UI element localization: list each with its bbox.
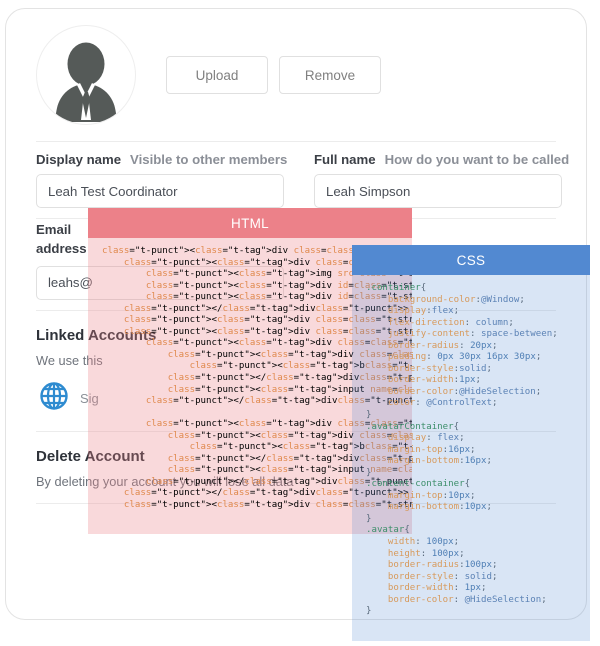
separator bbox=[36, 141, 556, 142]
css-code-body: .container{ background-color:@Window; di… bbox=[352, 275, 590, 641]
html-panel-title: HTML bbox=[88, 208, 412, 238]
full-name-field-header: Full name How do you want to be called bbox=[314, 152, 569, 167]
full-name-label: Full name bbox=[314, 152, 376, 167]
avatar-container: Upload Remove bbox=[36, 25, 556, 125]
globe-icon bbox=[40, 382, 68, 415]
css-panel-title: CSS bbox=[352, 245, 590, 275]
display-name-hint: Visible to other members bbox=[130, 152, 288, 167]
email-label: Email address bbox=[36, 222, 87, 256]
display-name-label: Display name bbox=[36, 152, 122, 167]
remove-button[interactable]: Remove bbox=[279, 56, 381, 94]
user-silhouette-icon bbox=[55, 42, 117, 122]
full-name-input[interactable] bbox=[314, 174, 562, 208]
full-name-field-container: Full name How do you want to be called bbox=[314, 152, 569, 208]
display-name-field-header: Display name Visible to other members bbox=[36, 152, 288, 167]
full-name-hint: How do you want to be called bbox=[384, 152, 570, 167]
avatar[interactable] bbox=[36, 25, 136, 125]
avatar-actions: Upload Remove bbox=[166, 56, 381, 94]
upload-button[interactable]: Upload bbox=[166, 56, 268, 94]
display-name-field-container: Display name Visible to other members bbox=[36, 152, 288, 208]
display-name-input[interactable] bbox=[36, 174, 284, 208]
css-code-panel: CSS .container{ background-color:@Window… bbox=[352, 245, 590, 641]
name-fields-container: Display name Visible to other members Fu… bbox=[36, 152, 569, 208]
